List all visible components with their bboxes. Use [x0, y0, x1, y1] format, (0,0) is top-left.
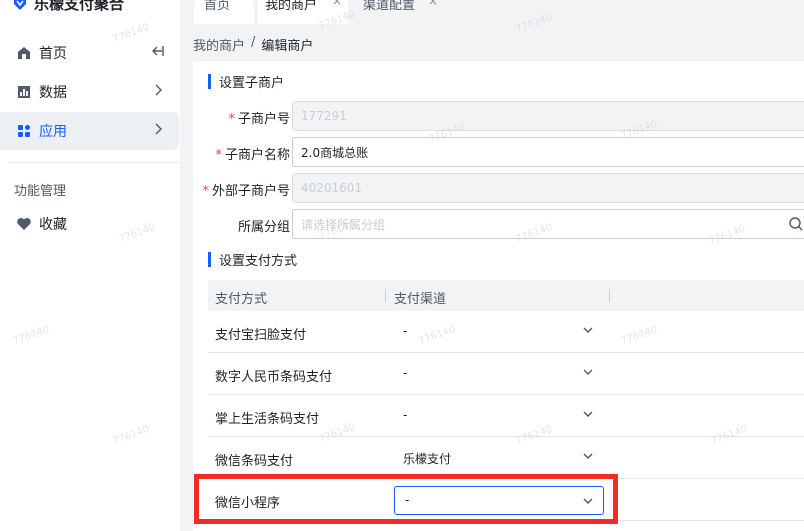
column-separator: [385, 289, 386, 302]
group-select[interactable]: 请选择所属分组: [292, 209, 804, 239]
section-accent-bar: [208, 251, 211, 267]
close-icon[interactable]: ×: [428, 0, 438, 8]
section-header: 设置子商户: [208, 73, 285, 91]
brand: 乐檬支付聚合: [0, 0, 180, 15]
edit-merchant-card: 设置子商户 * 子商户号 177291 * 子商户名称 2.0商城总账 * 外部子商户…: [193, 61, 804, 531]
table-header: 支付方式 支付渠道: [208, 280, 804, 311]
tab-home[interactable]: 首页: [194, 0, 254, 24]
required-mark: *: [202, 184, 209, 199]
section-title: 设置支付方式: [219, 253, 298, 269]
payment-method: 数字人民币条码支付: [215, 370, 333, 385]
breadcrumb-current: 编辑商户: [261, 39, 314, 54]
group-placeholder: 请选择所属分组: [301, 217, 386, 232]
sub-merchant-name-input[interactable]: 2.0商城总账: [292, 137, 804, 167]
app-title: 乐檬支付聚合: [34, 0, 125, 13]
chevron-down-icon[interactable]: [581, 449, 595, 463]
field-label: * 子商户号: [228, 112, 290, 127]
tab-my-merchants[interactable]: 我的商户 ×: [258, 0, 348, 24]
sidebar-item-favorites[interactable]: 收藏: [0, 205, 180, 243]
chevron-down-icon[interactable]: [581, 407, 595, 421]
sidebar-item-apps[interactable]: 应用: [0, 112, 179, 150]
payment-method: 微信条码支付: [215, 454, 294, 469]
grid-icon: [16, 123, 32, 139]
section-accent-bar: [208, 73, 211, 89]
field-sub-merchant-id: * 子商户号 177291: [193, 101, 804, 131]
sidebar-section-title: 功能管理: [14, 184, 67, 199]
channel-select[interactable]: -: [403, 408, 407, 422]
column-header-channel: 支付渠道: [394, 292, 447, 307]
tab-label: 渠道配置: [363, 0, 416, 13]
collapse-icon[interactable]: [148, 45, 168, 61]
close-icon[interactable]: ×: [332, 0, 342, 8]
channel-select[interactable]: 乐檬支付: [403, 450, 451, 467]
field-label: 所属分组: [237, 220, 290, 235]
tab-channel-config[interactable]: 渠道配置 ×: [352, 0, 442, 24]
payment-method: 支付宝扫脸支付: [215, 328, 307, 343]
chevron-right-icon: [148, 84, 168, 100]
field-sub-merchant-name: * 子商户名称 2.0商城总账: [193, 137, 804, 167]
sidebar-item-label: 数据: [39, 85, 67, 101]
sidebar-divider: [8, 162, 179, 163]
logo-icon: [14, 0, 26, 10]
field-label: * 外部子商户号: [202, 184, 290, 199]
breadcrumb: 我的商户 / 编辑商户: [193, 35, 313, 54]
external-merchant-id-input: 40201601: [292, 173, 804, 203]
field-label: * 子商户名称: [215, 148, 290, 163]
highlight-box: [194, 474, 618, 524]
sidebar-item-data[interactable]: 数据: [0, 73, 180, 111]
column-separator: [609, 289, 610, 302]
sidebar-item-label: 收藏: [39, 217, 67, 233]
table-row: 微信条码支付 乐檬支付: [208, 437, 804, 479]
table-row: 数字人民币条码支付 -: [208, 353, 804, 395]
home-icon: [16, 45, 32, 61]
channel-select[interactable]: -: [403, 366, 407, 380]
breadcrumb-separator: /: [251, 35, 256, 50]
table-row: 支付宝扫脸支付 -: [208, 311, 804, 353]
chevron-down-icon[interactable]: [581, 323, 595, 337]
sub-merchant-id-input: 177291: [292, 101, 804, 131]
tab-bar: 首页 我的商户 × 渠道配置 ×: [180, 0, 804, 26]
heart-icon: [16, 216, 32, 232]
table-row: 掌上生活条码支付 -: [208, 395, 804, 437]
sidebar-item-label: 应用: [39, 124, 67, 140]
chevron-down-icon[interactable]: [581, 365, 595, 379]
breadcrumb-parent[interactable]: 我的商户: [193, 35, 245, 54]
field-external-merchant-id: * 外部子商户号 40201601: [193, 173, 804, 203]
field-group: 所属分组 请选择所属分组: [193, 209, 804, 239]
search-icon: [789, 217, 803, 231]
sidebar-item-label: 首页: [39, 46, 67, 62]
required-mark: *: [228, 112, 235, 127]
chevron-right-icon: [148, 123, 168, 139]
chart-icon: [16, 84, 32, 100]
column-header-method: 支付方式: [215, 292, 268, 307]
section-header: 设置支付方式: [208, 251, 298, 269]
required-mark: *: [215, 148, 222, 163]
tab-label: 首页: [204, 0, 231, 13]
tab-label: 我的商户: [265, 0, 318, 13]
section-title: 设置子商户: [219, 75, 285, 91]
channel-select[interactable]: -: [403, 324, 407, 338]
sidebar: 首页 数据 应用 功能管理 收藏: [0, 26, 180, 531]
top-bar: 乐檬支付聚合 首页 我的商户 × 渠道配置 ×: [0, 0, 804, 26]
payment-method: 掌上生活条码支付: [215, 412, 320, 427]
sidebar-item-home[interactable]: 首页: [0, 34, 180, 72]
